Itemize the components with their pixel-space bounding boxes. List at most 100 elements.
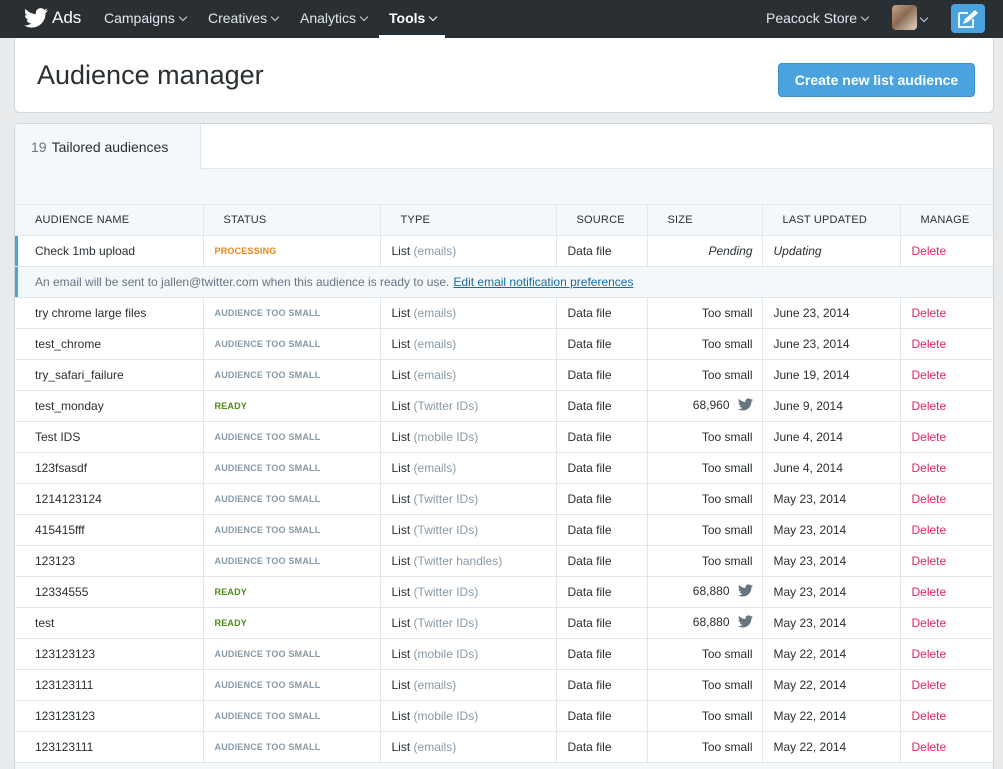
last-updated: May 22, 2014 [761, 731, 900, 763]
chevron-down-icon [860, 12, 870, 22]
audience-name[interactable]: 123123111 [15, 731, 203, 763]
delete-link[interactable]: Delete [899, 669, 993, 701]
audience-name[interactable]: 123123 [15, 545, 203, 577]
type-detail: (emails) [413, 368, 457, 382]
audiences-panel: 19 Tailored audiences AUDIENCE NAME STATU… [14, 123, 994, 769]
table-row[interactable]: test_monday READY List (Twitter IDs) Data f… [15, 390, 993, 422]
table-row[interactable]: 12334555 READY List (Twitter IDs) Data file… [15, 576, 993, 608]
audience-source: Data file [555, 514, 647, 546]
audience-name[interactable]: test [15, 607, 203, 639]
col-type[interactable]: TYPE [379, 204, 556, 236]
table-row[interactable]: Test IDS AUDIENCE TOO SMALL List (mobile I… [15, 421, 993, 453]
type-label: List [391, 554, 411, 568]
audience-name[interactable]: try_safari_failure [15, 359, 203, 391]
type-detail: (Twitter IDs) [413, 492, 479, 506]
compose-icon [958, 9, 978, 28]
type-detail: (mobile IDs) [413, 709, 479, 723]
nav-analytics[interactable]: Analytics [300, 0, 369, 38]
type-detail: (Twitter IDs) [413, 399, 479, 413]
audience-name[interactable]: Test IDS [15, 421, 203, 453]
type-label: List [391, 461, 411, 475]
audience-name[interactable]: test_chrome [15, 328, 203, 360]
brand[interactable]: Ads [24, 7, 81, 29]
audience-name[interactable]: test_monday [15, 390, 203, 422]
size-value: Too small [701, 740, 753, 754]
audience-size: Too small [646, 421, 762, 453]
last-updated: May 23, 2014 [761, 576, 900, 608]
col-size[interactable]: SIZE [646, 204, 762, 236]
table-row[interactable]: 123123111 AUDIENCE TOO SMALL List (emails)… [15, 731, 993, 763]
table-row[interactable]: 123fsasdf AUDIENCE TOO SMALL List (emails)… [15, 452, 993, 484]
col-audience-name[interactable]: AUDIENCE NAME [15, 204, 203, 236]
delete-link[interactable]: Delete [899, 483, 993, 515]
chevron-down-icon[interactable] [919, 13, 929, 23]
delete-link[interactable]: Delete [899, 514, 993, 546]
audience-name[interactable]: 123fsasdf [15, 452, 203, 484]
table-row[interactable]: 123123123 AUDIENCE TOO SMALL List (mobile … [15, 700, 993, 732]
table-row[interactable]: 123123123 AUDIENCE TOO SMALL List (mobile … [15, 638, 993, 670]
table-row[interactable]: test_chrome AUDIENCE TOO SMALL List (email… [15, 328, 993, 360]
audience-size: Too small [646, 452, 762, 484]
last-updated: June 4, 2014 [761, 421, 900, 453]
table-row[interactable]: Check 1mb upload PROCESSING List (emails) D… [15, 235, 993, 267]
audience-name[interactable]: Check 1mb upload [15, 235, 203, 267]
delete-link[interactable]: Delete [899, 297, 993, 329]
tab-label: Tailored audiences [51, 139, 169, 155]
table-row[interactable]: 1214123124 AUDIENCE TOO SMALL List (Twitte… [15, 483, 993, 515]
delete-link[interactable]: Delete [899, 576, 993, 608]
audience-name[interactable]: 123123123 [15, 638, 203, 670]
audience-size: Pending [646, 235, 762, 267]
create-list-audience-button[interactable]: Create new list audience [778, 63, 975, 97]
edit-email-preferences-link[interactable]: Edit email notification preferences [453, 275, 633, 289]
audience-type: List (emails) [379, 328, 556, 360]
nav-campaigns[interactable]: Campaigns [104, 0, 188, 38]
delete-link[interactable]: Delete [899, 700, 993, 732]
audience-size: Too small [646, 328, 762, 360]
delete-link[interactable]: Delete [899, 421, 993, 453]
delete-link[interactable]: Delete [899, 359, 993, 391]
audience-source: Data file [555, 390, 647, 422]
audience-name[interactable]: 1214123124 [15, 483, 203, 515]
nav-tools[interactable]: Tools [379, 0, 445, 38]
table-row[interactable]: try_safari_failure AUDIENCE TOO SMALL List… [15, 359, 993, 391]
col-status[interactable]: STATUS [202, 204, 380, 236]
delete-link[interactable]: Delete [899, 390, 993, 422]
audience-source: Data file [555, 452, 647, 484]
last-updated: Updating [761, 235, 900, 267]
delete-link[interactable]: Delete [899, 235, 993, 267]
delete-link[interactable]: Delete [899, 452, 993, 484]
tab-count: 19 [31, 139, 47, 155]
type-label: List [391, 368, 411, 382]
type-label: List [391, 647, 411, 661]
audience-source: Data file [555, 700, 647, 732]
delete-link[interactable]: Delete [899, 638, 993, 670]
delete-link[interactable]: Delete [899, 731, 993, 763]
delete-link[interactable]: Delete [899, 545, 993, 577]
nav-creatives[interactable]: Creatives [208, 0, 280, 38]
audience-name[interactable]: 123123111 [15, 669, 203, 701]
status-badge: AUDIENCE TOO SMALL [202, 638, 380, 670]
size-value: Too small [701, 306, 753, 320]
delete-link[interactable]: Delete [899, 607, 993, 639]
table-row[interactable]: 415415fff AUDIENCE TOO SMALL List (Twitter… [15, 514, 993, 546]
table-row[interactable]: 123123111 AUDIENCE TOO SMALL List (emails)… [15, 669, 993, 701]
compose-button[interactable] [951, 4, 985, 33]
audience-type: List (Twitter IDs) [379, 483, 556, 515]
table-row[interactable]: test READY List (Twitter IDs) Data file 68,8… [15, 607, 993, 639]
avatar[interactable] [892, 5, 917, 30]
size-value: Too small [701, 523, 753, 537]
audience-name[interactable]: 415415fff [15, 514, 203, 546]
tab-tailored-audiences[interactable]: 19 Tailored audiences [15, 124, 201, 170]
audience-type: List (mobile IDs) [379, 638, 556, 670]
audience-name[interactable]: 12334555 [15, 576, 203, 608]
account-switcher[interactable]: Peacock Store [766, 0, 870, 38]
size-value: 68,880 [692, 615, 730, 629]
col-source[interactable]: SOURCE [555, 204, 647, 236]
col-last-updated[interactable]: LAST UPDATED [761, 204, 900, 236]
table-row[interactable]: 123123 AUDIENCE TOO SMALL List (Twitter ha… [15, 545, 993, 577]
audience-name[interactable]: 123123123 [15, 700, 203, 732]
delete-link[interactable]: Delete [899, 328, 993, 360]
audience-name[interactable]: try chrome large files [15, 297, 203, 329]
table-row[interactable]: try chrome large files AUDIENCE TOO SMALL… [15, 297, 993, 329]
status-badge: AUDIENCE TOO SMALL [202, 545, 380, 577]
